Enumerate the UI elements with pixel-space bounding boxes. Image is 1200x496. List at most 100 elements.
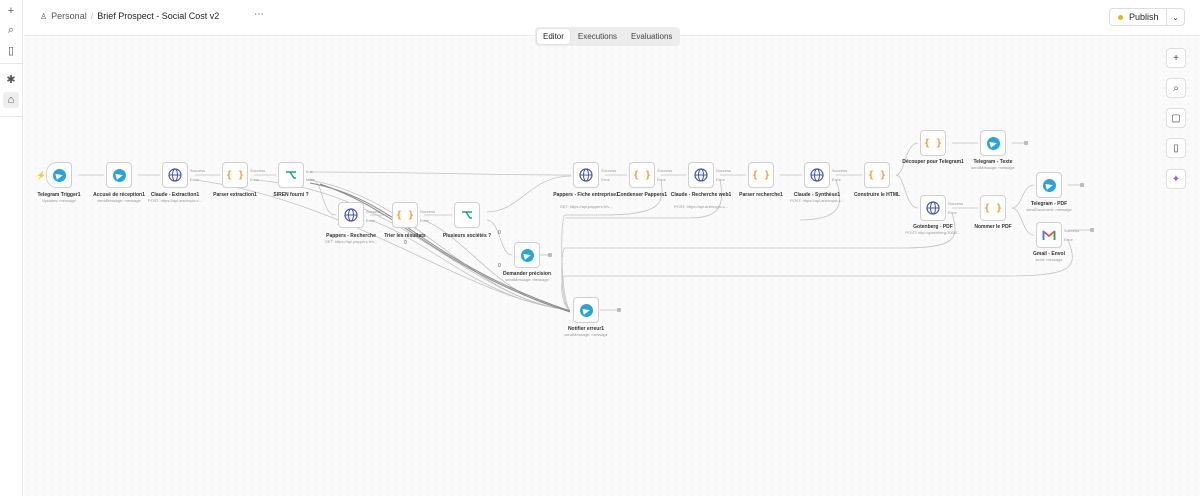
- globe-icon: [810, 168, 824, 182]
- port-label-error: Error: [250, 177, 259, 182]
- item-count: 0: [498, 263, 501, 269]
- node-sublabel: sendMessage: message: [505, 277, 549, 282]
- globe-icon: [344, 208, 358, 222]
- gmail-icon: [1042, 230, 1056, 240]
- node-telegram-pdf[interactable]: [1036, 172, 1062, 198]
- node-condenser-pappers[interactable]: { }: [629, 162, 655, 188]
- tab-executions[interactable]: Executions: [572, 29, 623, 44]
- unpublished-status-dot: [1118, 14, 1123, 20]
- telegram-icon: [52, 168, 66, 182]
- user-icon: ♙: [40, 11, 48, 21]
- node-nommer-pdf[interactable]: { }: [980, 195, 1006, 221]
- port-label-success: Success: [832, 168, 848, 173]
- workflow-canvas[interactable]: [24, 36, 1200, 496]
- node-sublabel: POST: https://api.anthropic.c...: [673, 204, 729, 209]
- search-icon[interactable]: ⌕: [3, 22, 19, 38]
- code-braces-icon: { }: [395, 209, 415, 221]
- telegram-icon: [112, 168, 126, 182]
- port-label-error: Error: [716, 177, 725, 182]
- add-node-handle[interactable]: [1090, 228, 1094, 232]
- node-demander-precision[interactable]: [514, 242, 540, 268]
- publish-label: Publish: [1129, 12, 1159, 22]
- sticky-note-icon[interactable]: ▢: [1166, 108, 1186, 128]
- breadcrumb: ♙ Personal / Brief Prospect - Social Cos…: [40, 11, 219, 21]
- ai-assistant-icon[interactable]: ✦: [1166, 169, 1186, 189]
- add-node-handle[interactable]: [1024, 141, 1028, 145]
- code-braces-icon: { }: [923, 137, 943, 149]
- add-icon[interactable]: +: [3, 3, 19, 19]
- node-construire-html[interactable]: { }: [864, 162, 890, 188]
- node-claude-recherche-web[interactable]: [688, 162, 714, 188]
- node-claude-extraction[interactable]: [162, 162, 188, 188]
- tab-evaluations[interactable]: Evaluations: [625, 29, 678, 44]
- add-node-handle[interactable]: [617, 308, 621, 312]
- node-label: Nommer le PDF: [974, 224, 1012, 230]
- node-sublabel: sendMessage: message: [564, 332, 608, 337]
- search-nodes-icon[interactable]: ⌕: [1166, 78, 1186, 98]
- panel-toggle-icon[interactable]: ▯: [1166, 138, 1186, 158]
- item-count: 0: [498, 230, 501, 236]
- home-icon[interactable]: ⌂: [3, 92, 19, 108]
- node-parser-extraction[interactable]: { }: [222, 162, 248, 188]
- port-label-success: Success: [420, 209, 436, 214]
- breadcrumb-project[interactable]: Personal: [51, 11, 87, 21]
- node-pappers-recherche[interactable]: [338, 202, 364, 228]
- port-label-error: Error: [948, 210, 957, 215]
- node-telegram-trigger[interactable]: [46, 162, 72, 188]
- node-gotenberg-pdf[interactable]: [920, 195, 946, 221]
- node-claude-synthese[interactable]: [804, 162, 830, 188]
- add-node-handle[interactable]: [1080, 183, 1084, 187]
- node-telegram-texte[interactable]: [980, 130, 1006, 156]
- node-sublabel: sendDocument: message: [1026, 207, 1072, 212]
- node-label: Construire le HTML: [853, 192, 901, 198]
- code-braces-icon: { }: [751, 169, 771, 181]
- branch-icon: [462, 211, 472, 219]
- port-label-error: Error: [832, 177, 841, 182]
- port-label-false: false: [306, 177, 315, 182]
- workflow-title[interactable]: Brief Prospect - Social Cost v2: [97, 11, 219, 21]
- node-sublabel: POST: https://api.anthropic.c...: [147, 198, 203, 203]
- port-label-success: Success: [657, 168, 673, 173]
- breadcrumb-separator: /: [90, 11, 94, 21]
- node-sublabel: send: message: [1035, 257, 1063, 262]
- more-options-icon[interactable]: ⋯: [254, 9, 265, 20]
- port-label-success: Success: [250, 168, 266, 173]
- node-sublabel: POST: http://gotenberg:3000/...: [905, 230, 961, 235]
- sidebar-toggle-icon[interactable]: ▯: [3, 42, 19, 58]
- branch-icon: [286, 171, 296, 179]
- port-label-error: Error: [1064, 237, 1073, 242]
- globe-icon: [168, 168, 182, 182]
- templates-icon[interactable]: ✱: [3, 71, 19, 87]
- port-label-success: Success: [716, 168, 732, 173]
- port-label-success: Success: [366, 209, 382, 214]
- node-trier-resultats[interactable]: { }: [392, 202, 418, 228]
- node-decouper-telegram[interactable]: { }: [920, 130, 946, 156]
- code-braces-icon: { }: [632, 169, 652, 181]
- rail-divider: [0, 63, 23, 64]
- port-label-error: Error: [657, 177, 666, 182]
- port-label-error: Error: [190, 177, 199, 182]
- telegram-icon: [1042, 178, 1056, 192]
- port-label-success: Success: [190, 168, 206, 173]
- telegram-icon: [986, 136, 1000, 150]
- node-gmail-envoi[interactable]: [1036, 222, 1062, 248]
- node-siren-fourni[interactable]: [278, 162, 304, 188]
- node-parser-recherche[interactable]: { }: [748, 162, 774, 188]
- view-tabs: Editor Executions Evaluations: [535, 27, 681, 46]
- node-label: Plusieurs sociétés ?: [442, 233, 492, 239]
- trigger-bolt-icon: ⚡: [36, 171, 46, 180]
- node-plusieurs-societes[interactable]: [454, 202, 480, 228]
- node-accuse-reception[interactable]: [106, 162, 132, 188]
- tab-editor[interactable]: Editor: [537, 29, 570, 44]
- node-sublabel: POST: https://api.anthropic.c...: [789, 198, 845, 203]
- globe-icon: [579, 168, 593, 182]
- node-notifier-erreur[interactable]: [573, 297, 599, 323]
- chevron-down-icon[interactable]: ⌄: [1166, 8, 1184, 26]
- port-label-error: Error: [601, 177, 610, 182]
- globe-icon: [926, 201, 940, 215]
- code-braces-icon: { }: [225, 169, 245, 181]
- add-node-handle[interactable]: [548, 253, 552, 257]
- left-rail: + ⌕ ▯ ✱ ⌂: [0, 0, 23, 496]
- node-pappers-fiche[interactable]: [573, 162, 599, 188]
- zoom-in-icon[interactable]: +: [1166, 48, 1186, 68]
